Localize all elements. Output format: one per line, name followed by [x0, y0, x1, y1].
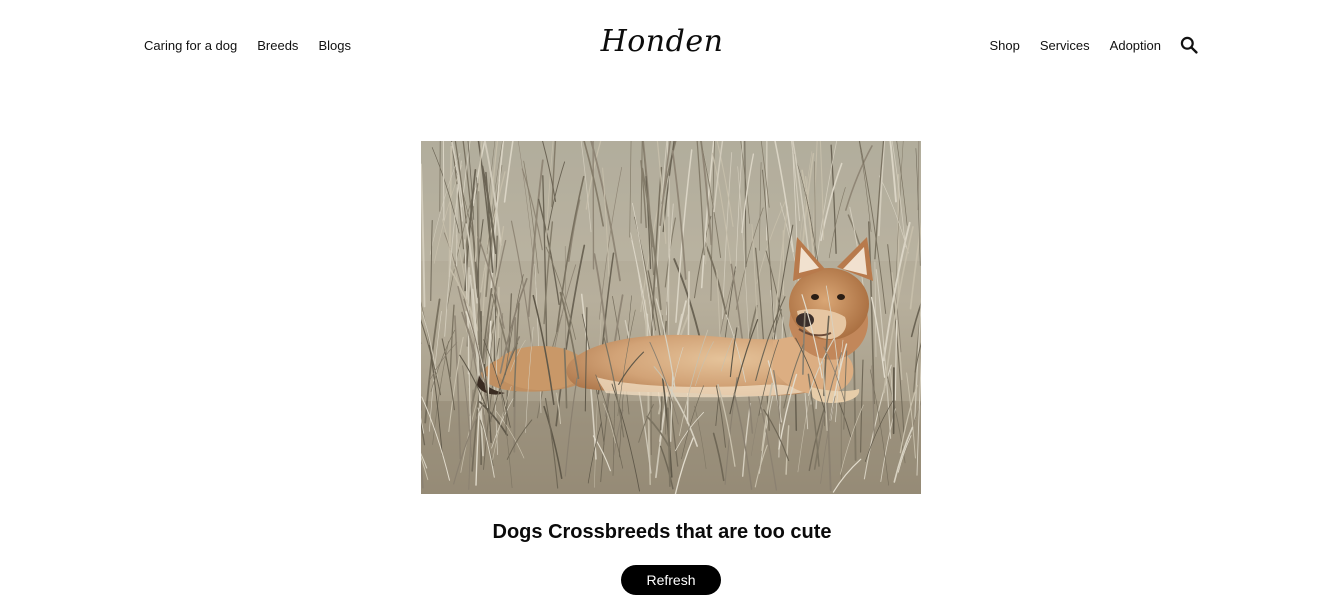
nav-link-blogs[interactable]: Blogs	[318, 38, 351, 54]
featured-dog-image	[421, 141, 921, 494]
article-title: Dogs Crossbreeds that are too cute	[492, 521, 832, 543]
page: Caring for a dog Breeds Blogs Honden Sho…	[0, 0, 1324, 595]
nav-link-caring-for-a-dog[interactable]: Caring for a dog	[144, 38, 237, 54]
site-logo[interactable]: Honden	[601, 22, 724, 62]
site-header: Caring for a dog Breeds Blogs Honden Sho…	[0, 0, 1324, 90]
nav-link-services[interactable]: Services	[1040, 38, 1090, 54]
search-icon[interactable]	[1180, 36, 1198, 54]
nav-link-adoption[interactable]: Adoption	[1110, 38, 1161, 54]
nav-link-shop[interactable]: Shop	[989, 38, 1019, 54]
primary-nav-right: Shop Services Adoption	[989, 38, 1161, 54]
refresh-button[interactable]: Refresh	[621, 565, 721, 595]
nav-link-breeds[interactable]: Breeds	[257, 38, 298, 54]
primary-nav-left: Caring for a dog Breeds Blogs	[144, 38, 351, 54]
